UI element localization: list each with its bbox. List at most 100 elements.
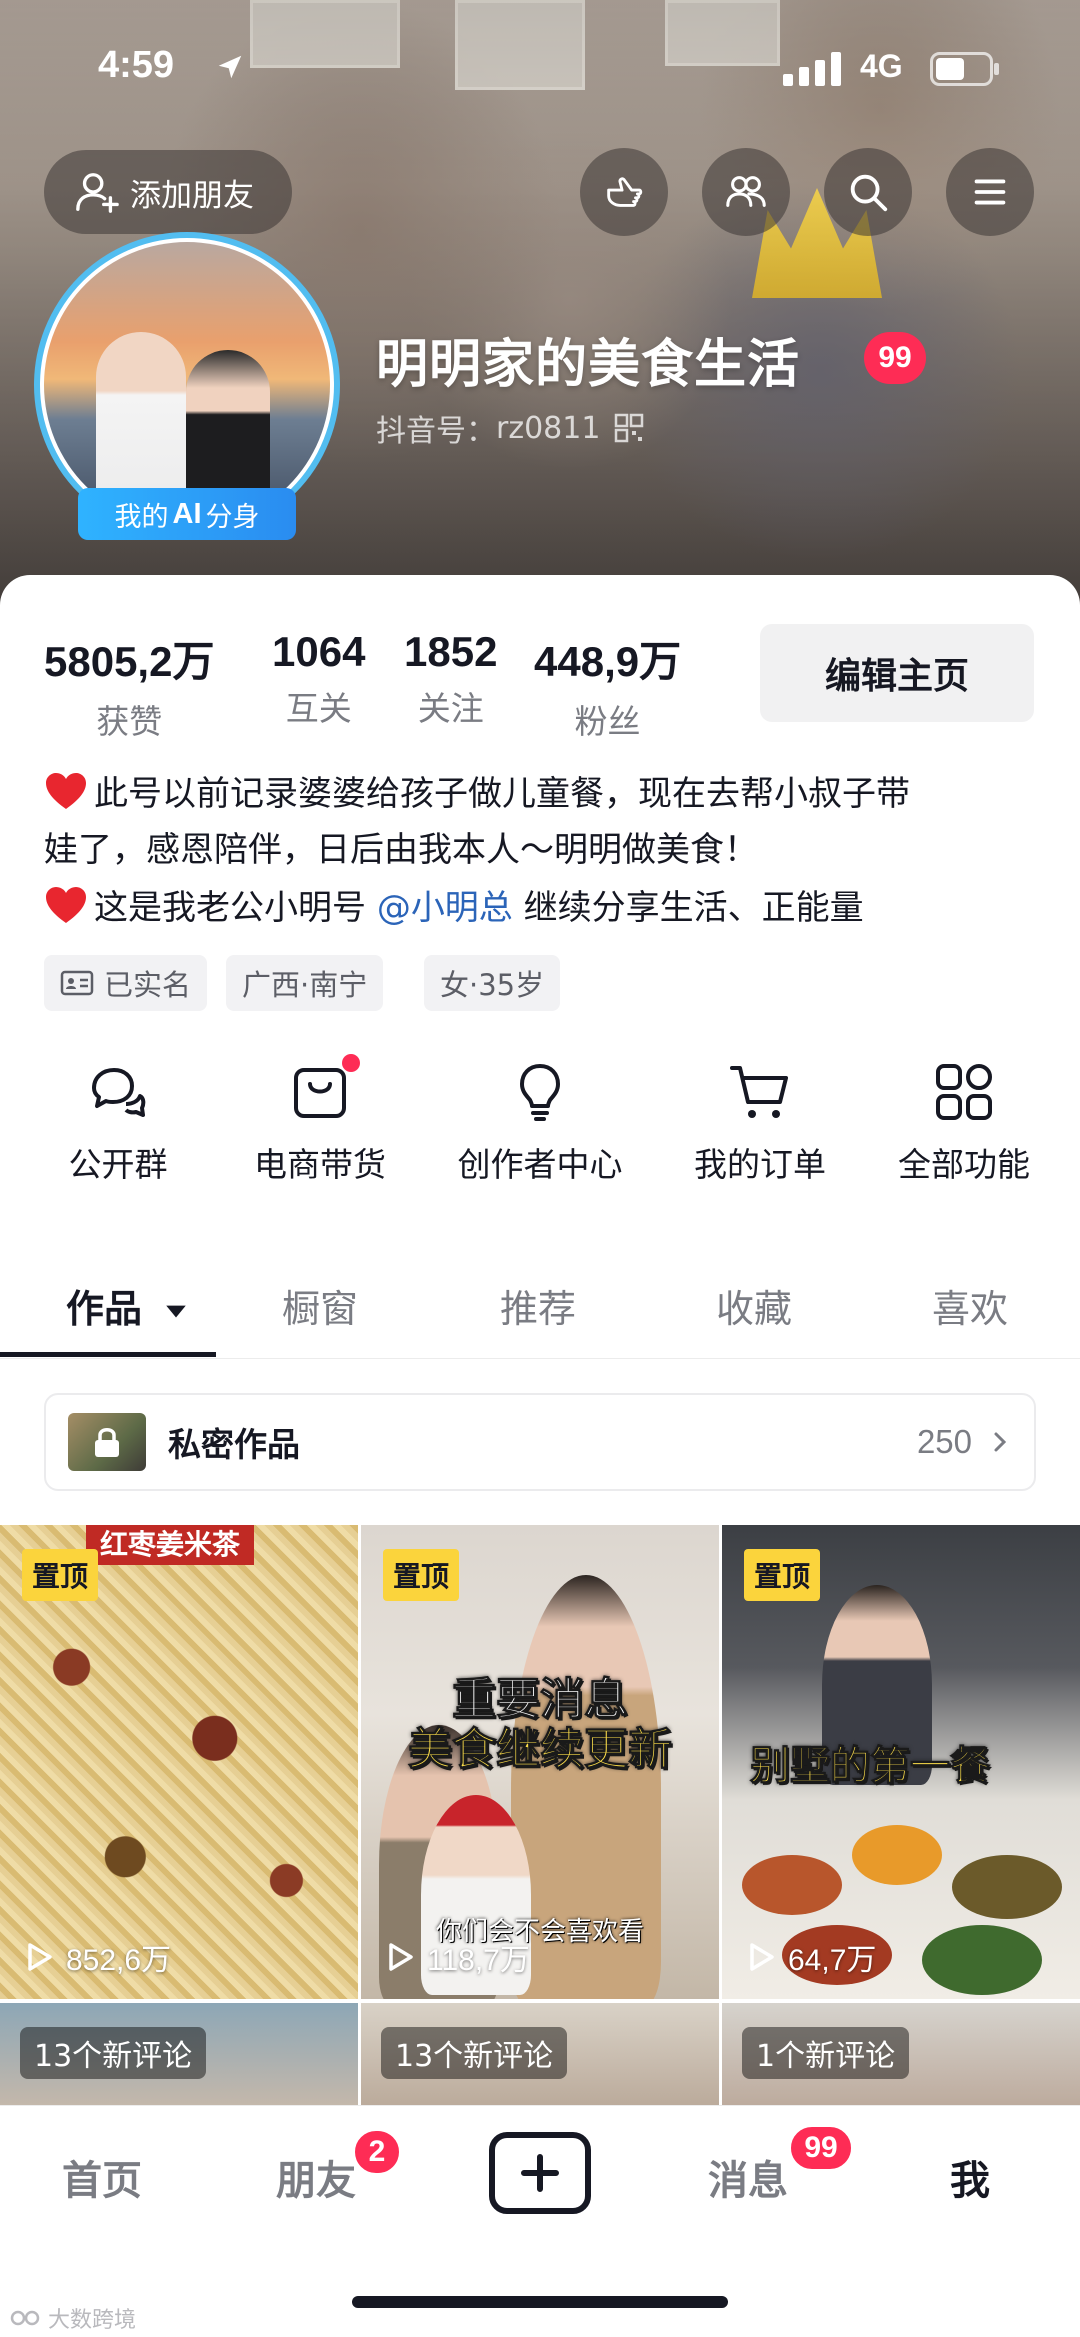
ai-badge-ai: AI [172,497,202,530]
nav-messages[interactable]: 消息 [708,2148,788,2206]
douyin-id-label: 抖音号： [376,414,496,449]
profile-name-badge[interactable]: 99 [864,332,926,384]
watermark-text: 大数跨境 [48,2308,137,2333]
qr-code-icon [615,413,644,443]
battery-icon [930,52,999,86]
view-count-text: 852,6万 [66,1944,172,1977]
view-count: 64,7万 [744,1935,876,1979]
stat-mutual[interactable]: 1064 互关 [272,628,365,730]
search-icon [850,174,888,212]
tab-divider [0,1358,1080,1359]
lock-icon [95,1428,119,1457]
nav-me[interactable]: 我 [950,2148,990,2206]
tab-showcase[interactable]: 橱窗 [282,1278,358,1333]
profile-name: 明明家的美食生活 [376,335,801,395]
shopping-cart-icon [730,1066,788,1118]
stat-value: 1064 [272,628,366,675]
new-comments-badge: 13个新评论 [381,2027,568,2079]
location-arrow-icon [218,55,242,79]
shortcut-all-features[interactable]: 全部功能 [864,1060,1064,1186]
tab-likes[interactable]: 喜欢 [932,1278,1008,1333]
id-card-icon [60,970,94,996]
ai-badge-prefix: 我的 [114,501,169,533]
create-post-button[interactable] [489,2132,591,2214]
home-indicator[interactable] [352,2296,728,2308]
view-count-text: 118,7万 [427,1944,530,1977]
new-comments-badge: 1个新评论 [742,2027,910,2079]
food-plate [742,1855,842,1915]
video-tile[interactable]: 置顶 别墅的第一餐 64,7万 [722,1525,1080,1999]
private-works-thumbnail [68,1413,146,1471]
mention-link[interactable]: @小明总 [377,888,513,928]
lightbulb-icon [520,1064,560,1121]
ai-badge-suffix: 分身 [205,501,260,533]
private-works-row[interactable]: 私密作品 250 [44,1393,1036,1491]
caption-line: 重要消息 [452,1674,629,1725]
edit-profile-button[interactable]: 编辑主页 [760,624,1034,722]
stat-label: 互关 [285,689,352,728]
stat-label: 粉丝 [574,702,641,741]
shortcut-ecommerce[interactable]: 电商带货 [220,1054,420,1186]
menu-button[interactable] [946,148,1034,236]
stat-value: 448,9万 [534,638,682,685]
grid-apps-icon [936,1064,992,1120]
video-tile[interactable]: 红枣姜米茶 置顶 852,6万 [0,1525,358,1999]
network-type: 4G [860,48,903,84]
caption-line: 美食继续更新 [408,1724,673,1775]
view-count-text: 64,7万 [788,1944,877,1977]
nav-home[interactable]: 首页 [62,2148,142,2206]
shortcut-creator-center[interactable]: 创作者中心 [440,1060,640,1186]
visitor-button[interactable] [580,148,668,236]
video-tile[interactable]: 1个新评论 [722,2003,1080,2113]
chevron-right-icon [994,1432,1007,1452]
food-plate [922,1925,1042,1995]
food-plate [952,1855,1062,1919]
stat-following[interactable]: 1852 关注 [404,628,497,730]
add-friend-button[interactable]: 添加朋友 [44,150,292,234]
pinned-badge: 置顶 [383,1549,460,1601]
ai-avatar-badge[interactable]: 我的 AI 分身 [78,488,296,540]
stat-value: 5805,2万 [44,638,215,685]
pinned-badge: 置顶 [22,1549,99,1601]
play-icon [389,1943,413,1971]
shortcut-label: 我的订单 [694,1145,826,1184]
shortcut-label: 全部功能 [898,1145,1030,1184]
tag-gender-age: 女·35岁 [424,955,561,1011]
plus-icon [521,2154,559,2192]
play-icon [28,1943,52,1971]
private-works-label: 私密作品 [168,1425,300,1464]
caret-down-icon [166,1305,186,1318]
nav-friends[interactable]: 朋友 [276,2148,356,2206]
video-tile[interactable]: 13个新评论 [361,2003,719,2113]
hand-point-icon [607,177,643,207]
add-friend-label: 添加朋友 [130,177,254,214]
status-time: 4:59 [98,44,175,86]
tab-recommend[interactable]: 推荐 [500,1278,576,1333]
search-button[interactable] [824,148,912,236]
tab-works[interactable]: 作品 [66,1278,189,1333]
followers-button[interactable] [702,148,790,236]
bio-text: 娃了，感恩陪伴，日后由我本人～明明做美食！ [44,830,758,870]
bio-line: 这是我老公小明号 @小明总 继续分享生活、正能量 [44,880,1044,936]
shortcut-public-group[interactable]: 公开群 [18,1060,218,1186]
stat-followers[interactable]: 448,9万 粉丝 [534,628,681,743]
view-count: 852,6万 [22,1935,171,1979]
messages-badge: 99 [788,2124,854,2172]
video-tile[interactable]: 置顶 重要消息 美食继续更新 你们会不会喜欢看 118,7万 [361,1525,719,1999]
add-user-icon [76,173,119,213]
play-icon [750,1943,774,1971]
stat-likes[interactable]: 5805,2万 获赞 [44,628,214,743]
bio-text: 这是我老公小明号 [94,888,366,928]
bio-text: 此号以前记录婆婆给孩子做儿童餐，现在去帮小叔子带 [94,774,910,814]
video-caption: 别墅的第一餐 [750,1733,991,1791]
tag-location: 广西·南宁 [226,955,384,1011]
red-heart-icon [46,773,86,809]
douyin-id[interactable]: 抖音号： rz0811 [376,406,644,450]
shortcut-my-orders[interactable]: 我的订单 [660,1060,860,1186]
video-tile[interactable]: 13个新评论 [0,2003,358,2113]
watermark: 大数跨境 [10,2302,136,2334]
signal-bars-icon [783,52,841,86]
tab-favorites[interactable]: 收藏 [716,1278,792,1333]
stat-label: 获赞 [96,702,163,741]
private-works-count: 250 [916,1423,972,1460]
